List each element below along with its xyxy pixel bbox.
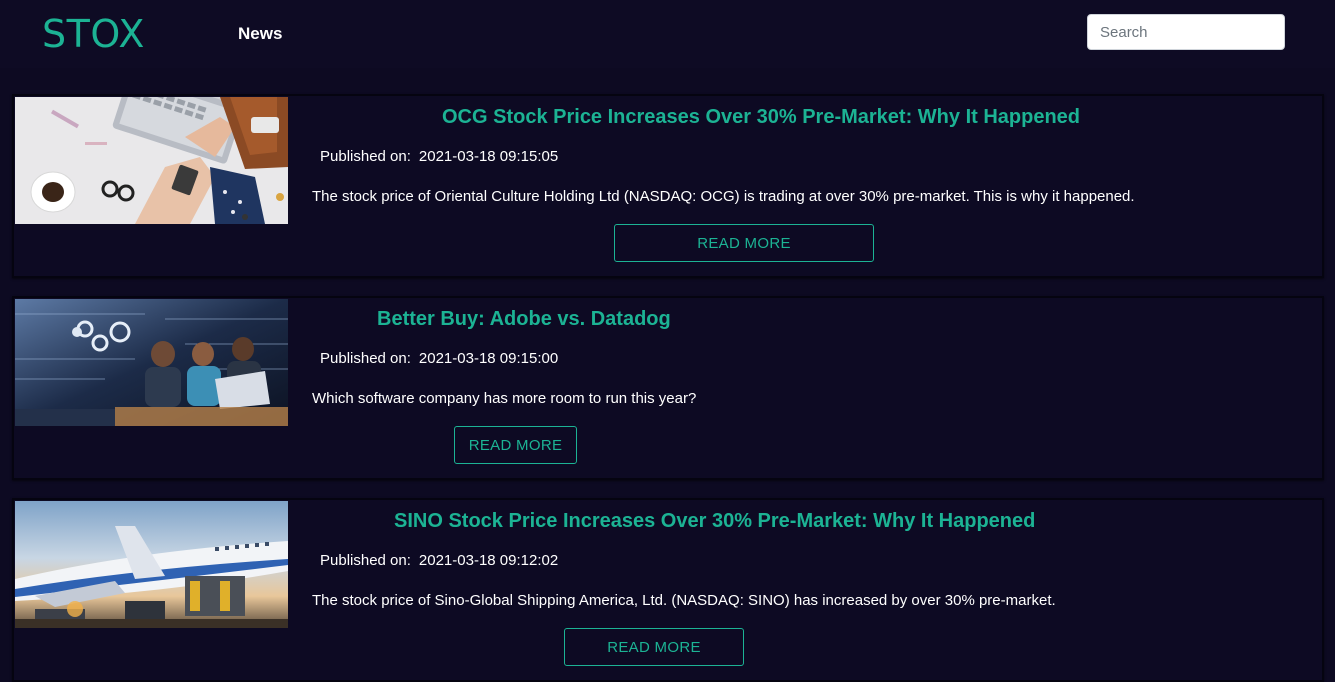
read-more-button[interactable]: READ MORE (564, 628, 744, 666)
article-summary: The stock price of Oriental Culture Hold… (312, 188, 1135, 205)
brand-logo[interactable]: STOX (42, 12, 145, 56)
news-card: Better Buy: Adobe vs. Datadog Published … (12, 296, 1324, 480)
cargo-airplane-photo-icon (15, 501, 288, 628)
read-more-button[interactable]: READ MORE (454, 426, 577, 464)
published-date: 2021-03-18 09:15:05 (418, 148, 559, 165)
laptop-desk-photo-icon (15, 97, 288, 224)
read-more-button[interactable]: READ MORE (614, 224, 874, 262)
article-title[interactable]: SINO Stock Price Increases Over 30% Pre-… (394, 510, 1035, 533)
published-date: 2021-03-18 09:12:02 (418, 552, 559, 569)
published-label: Published on: (320, 350, 411, 367)
nav-news-link[interactable]: News (238, 24, 282, 44)
article-title[interactable]: OCG Stock Price Increases Over 30% Pre-M… (442, 106, 1080, 129)
team-monitor-photo-icon (15, 299, 288, 426)
article-thumbnail[interactable] (15, 501, 288, 628)
article-summary: The stock price of Sino-Global Shipping … (312, 592, 1056, 609)
top-navbar: STOX News (0, 0, 1335, 68)
published-label: Published on: (320, 148, 411, 165)
published-date: 2021-03-18 09:15:00 (418, 350, 559, 367)
article-title[interactable]: Better Buy: Adobe vs. Datadog (377, 308, 671, 331)
published-info: Published on: 2021-03-18 09:15:05 (320, 148, 558, 165)
published-info: Published on: 2021-03-18 09:15:00 (320, 350, 558, 367)
published-info: Published on: 2021-03-18 09:12:02 (320, 552, 558, 569)
news-card: OCG Stock Price Increases Over 30% Pre-M… (12, 94, 1324, 278)
news-card: SINO Stock Price Increases Over 30% Pre-… (12, 498, 1324, 682)
article-summary: Which software company has more room to … (312, 390, 697, 407)
article-thumbnail[interactable] (15, 299, 288, 426)
published-label: Published on: (320, 552, 411, 569)
article-thumbnail[interactable] (15, 97, 288, 224)
search-input[interactable] (1087, 14, 1285, 50)
